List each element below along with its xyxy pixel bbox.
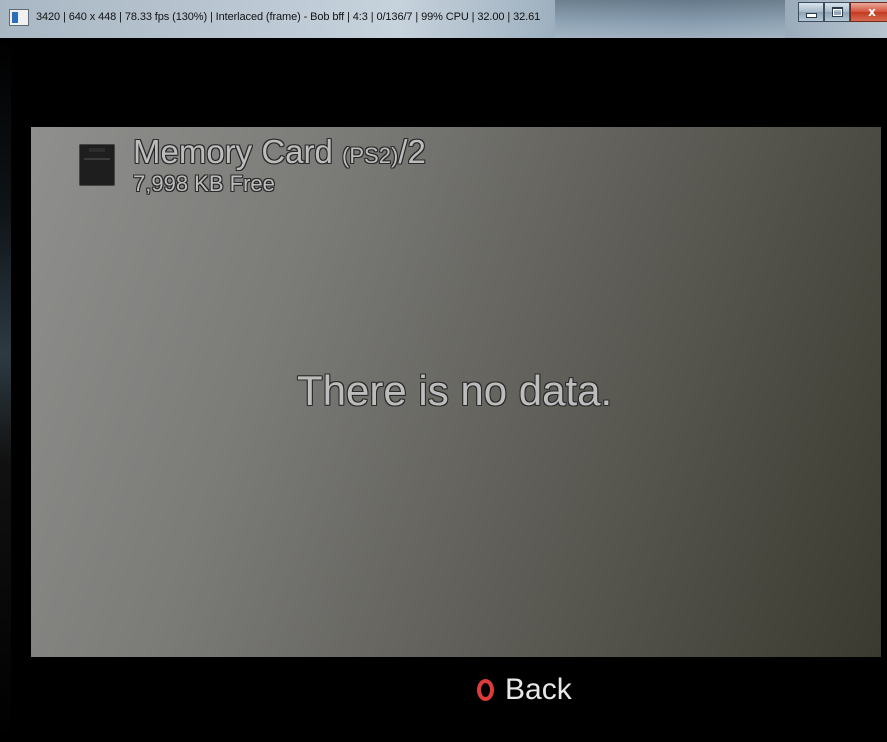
window-controls: x: [798, 2, 887, 24]
emulator-window: 3420 | 640 x 448 | 78.33 fps (130%) | In…: [0, 0, 887, 742]
memory-card-free-space: 7,998 KB Free: [133, 171, 275, 196]
memory-card-title: Memory Card (PS2)/2: [133, 133, 426, 175]
title-bar[interactable]: 3420 | 640 x 448 | 78.33 fps (130%) | In…: [0, 0, 887, 38]
maximize-icon: [831, 7, 843, 17]
memory-card-title-main: Memory Card: [133, 133, 343, 170]
back-label: Back: [505, 673, 572, 706]
no-data-message: There is no data.: [297, 367, 613, 414]
back-button[interactable]: Back: [477, 672, 572, 708]
memory-card-type: (PS2): [342, 143, 399, 168]
memory-card-slot: /2: [398, 133, 426, 170]
memory-card-icon: [79, 144, 115, 186]
app-window-icon[interactable]: [9, 9, 29, 26]
title-bar-background: [555, 0, 785, 38]
window-left-edge: [0, 38, 11, 742]
memory-card-panel: Memory Card (PS2)/2 7,998 KB Free There …: [31, 127, 881, 657]
window-title: 3420 | 640 x 448 | 78.33 fps (130%) | In…: [36, 11, 541, 23]
maximize-button[interactable]: [824, 2, 850, 22]
close-icon: x: [868, 5, 876, 19]
minimize-icon: [805, 12, 817, 18]
close-button[interactable]: x: [850, 2, 887, 22]
minimize-button[interactable]: [798, 2, 824, 22]
circle-button-icon: [477, 679, 494, 701]
